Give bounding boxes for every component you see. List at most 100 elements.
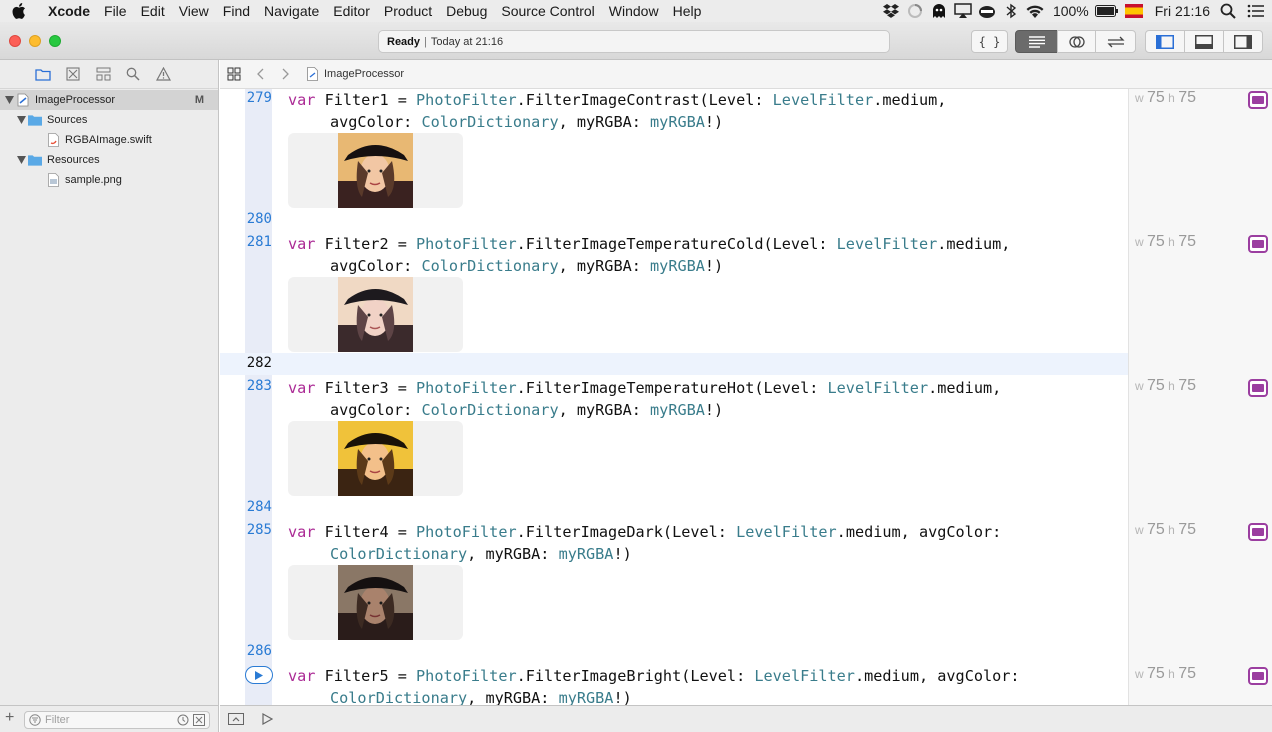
file-row-sample-png[interactable]: sample.png xyxy=(0,170,218,190)
menu-app-xcode[interactable]: Xcode xyxy=(38,3,97,19)
code-line[interactable]: ColorDictionary, myRGBA: myRGBA!) xyxy=(330,687,632,705)
source-editor[interactable]: 279 var Filter1 = PhotoFilter.FilterImag… xyxy=(220,89,1272,705)
activity-separator: | xyxy=(424,35,427,48)
standard-editor-button[interactable] xyxy=(1015,30,1058,53)
scm-filter-icon[interactable] xyxy=(193,714,205,726)
quicklook-icon[interactable] xyxy=(1248,523,1268,541)
ghost-icon[interactable] xyxy=(927,0,951,22)
inline-result-preview[interactable] xyxy=(288,133,463,208)
breadcrumb[interactable]: ImageProcessor xyxy=(324,68,404,80)
portrait-thumbnail xyxy=(338,565,413,640)
helmet-icon[interactable] xyxy=(975,0,999,22)
warning-icon[interactable] xyxy=(154,65,172,83)
code-line[interactable]: var Filter3 = PhotoFilter.FilterImageTem… xyxy=(288,377,1001,400)
inline-result-preview[interactable] xyxy=(288,421,463,496)
modified-badge: M xyxy=(194,94,204,106)
add-file-icon[interactable]: + xyxy=(5,709,14,727)
navigator-filter-field[interactable]: Filter xyxy=(24,711,210,729)
line-number: 280 xyxy=(246,211,272,227)
related-items-icon[interactable] xyxy=(222,62,246,86)
status-area: 100% Fri 21:16 xyxy=(879,0,1272,22)
close-window-button[interactable] xyxy=(9,35,21,47)
toggle-inspector-button[interactable] xyxy=(1223,30,1263,53)
menu-navigate[interactable]: Navigate xyxy=(257,3,326,19)
execute-playground-icon[interactable] xyxy=(262,712,274,728)
back-chevron-icon[interactable] xyxy=(248,62,272,86)
disclosure-open-icon[interactable] xyxy=(4,95,14,105)
battery-icon[interactable] xyxy=(1094,0,1119,22)
code-line[interactable]: var Filter2 = PhotoFilter.FilterImageTem… xyxy=(288,233,1010,256)
inline-result-preview[interactable] xyxy=(288,565,463,640)
project-navigator: ImageProcessor M Sources RGBAImage.swift… xyxy=(0,60,219,705)
file-row-rgbaimage[interactable]: RGBAImage.swift xyxy=(0,130,218,150)
menu-edit[interactable]: Edit xyxy=(134,3,172,19)
menu-product[interactable]: Product xyxy=(377,3,439,19)
run-to-line-button[interactable] xyxy=(245,666,273,684)
activity-viewer: Ready | Today at 21:16 xyxy=(378,30,890,53)
code-line[interactable]: avgColor: ColorDictionary, myRGBA: myRGB… xyxy=(330,399,723,422)
menu-editor[interactable]: Editor xyxy=(326,3,377,19)
folder-icon xyxy=(28,153,42,167)
notification-center-icon[interactable] xyxy=(1240,0,1272,22)
menu-file[interactable]: File xyxy=(97,3,134,19)
code-line[interactable]: avgColor: ColorDictionary, myRGBA: myRGB… xyxy=(330,111,723,134)
braces-icon: { } xyxy=(978,34,1001,49)
rings-icon xyxy=(1068,35,1085,48)
disclosure-open-icon[interactable] xyxy=(16,155,26,165)
menu-find[interactable]: Find xyxy=(216,3,257,19)
hide-debug-area-icon[interactable] xyxy=(228,713,244,728)
code-line[interactable]: var Filter5 = PhotoFilter.FilterImageBri… xyxy=(288,665,1020,688)
dropbox-icon[interactable] xyxy=(879,0,903,22)
code-line[interactable]: avgColor: ColorDictionary, myRGBA: myRGB… xyxy=(330,255,723,278)
source-control-icon[interactable] xyxy=(64,65,82,83)
assistant-editor-button[interactable] xyxy=(1057,30,1096,53)
search-icon[interactable] xyxy=(124,65,142,83)
library-button[interactable]: { } xyxy=(971,30,1008,53)
menu-source-control[interactable]: Source Control xyxy=(494,3,601,19)
code-line[interactable]: var Filter4 = PhotoFilter.FilterImageDar… xyxy=(288,521,1001,544)
filter-icon xyxy=(29,714,41,726)
code-line[interactable]: ColorDictionary, myRGBA: myRGBA!) xyxy=(330,543,632,566)
zoom-window-button[interactable] xyxy=(49,35,61,47)
wifi-icon[interactable] xyxy=(1023,0,1047,22)
toggle-debug-area-button[interactable] xyxy=(1184,30,1224,53)
menu-clock[interactable]: Fri 21:16 xyxy=(1149,3,1216,19)
airplay-icon[interactable] xyxy=(951,0,975,22)
sync-icon[interactable] xyxy=(903,0,927,22)
group-name-sources: Sources xyxy=(47,114,88,126)
version-editor-button[interactable] xyxy=(1095,30,1136,53)
recent-files-icon[interactable] xyxy=(177,714,189,726)
menu-view[interactable]: View xyxy=(172,3,216,19)
portrait-thumbnail xyxy=(338,133,413,208)
result-size: w 75 h 75 xyxy=(1135,665,1196,682)
window-toolbar: Ready | Today at 21:16 { } xyxy=(0,22,1272,60)
result-size: w 75 h 75 xyxy=(1135,89,1196,106)
group-row-resources[interactable]: Resources xyxy=(0,150,218,170)
portrait-thumbnail xyxy=(338,421,413,496)
navigator-footer: + Filter xyxy=(0,705,219,732)
toggle-navigator-button[interactable] xyxy=(1145,30,1185,53)
menu-help[interactable]: Help xyxy=(666,3,709,19)
quicklook-icon[interactable] xyxy=(1248,667,1268,685)
quicklook-icon[interactable] xyxy=(1248,235,1268,253)
current-line-highlight xyxy=(220,353,1128,375)
forward-chevron-icon[interactable] xyxy=(274,62,298,86)
menu-window[interactable]: Window xyxy=(602,3,666,19)
code-line[interactable]: var Filter1 = PhotoFilter.FilterImageCon… xyxy=(288,89,946,112)
inline-result-preview[interactable] xyxy=(288,277,463,352)
bluetooth-icon[interactable] xyxy=(999,0,1023,22)
menu-debug[interactable]: Debug xyxy=(439,3,494,19)
quicklook-icon[interactable] xyxy=(1248,379,1268,397)
group-row-sources[interactable]: Sources xyxy=(0,110,218,130)
minimize-window-button[interactable] xyxy=(29,35,41,47)
disclosure-open-icon[interactable] xyxy=(16,115,26,125)
symbol-navigator-icon[interactable] xyxy=(94,65,112,83)
spotlight-icon[interactable] xyxy=(1216,0,1240,22)
project-row[interactable]: ImageProcessor M xyxy=(0,90,218,110)
arrows-icon xyxy=(1106,36,1125,47)
battery-percent: 100% xyxy=(1052,3,1089,19)
input-source-flag-icon[interactable] xyxy=(1119,0,1149,22)
folder-icon[interactable] xyxy=(34,65,52,83)
quicklook-icon[interactable] xyxy=(1248,91,1268,109)
apple-icon[interactable] xyxy=(0,3,38,19)
